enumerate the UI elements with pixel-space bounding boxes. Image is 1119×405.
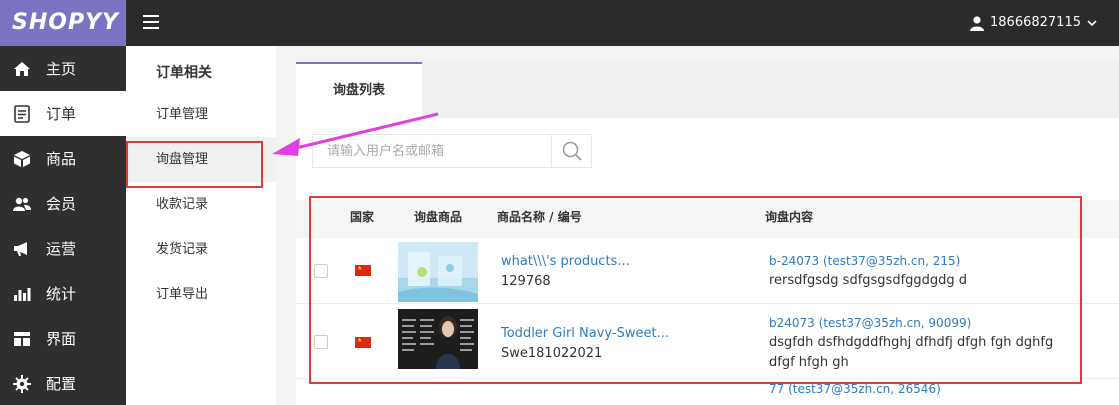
sub-nav-title: 订单相关 [156, 65, 212, 81]
sub-nav: 订单相关 订单管理 询盘管理 收款记录 发货记录 订单导出 [126, 46, 276, 405]
sidebar-item-label: 统计 [46, 285, 77, 303]
inquiry-meta-link[interactable]: b-24073 (test37@35zh.cn, 215) [769, 254, 960, 268]
bar-chart-icon [12, 284, 32, 304]
user-icon [970, 15, 985, 31]
product-name-link[interactable]: what\\\'s products... [501, 254, 630, 269]
row-checkbox[interactable] [314, 264, 328, 278]
header-content: 询盘内容 [765, 210, 814, 224]
chevron-down-icon [1087, 20, 1097, 26]
table-row: 77 (test37@35zh.cn, 26546) [296, 379, 1119, 405]
inquiry-meta-link[interactable]: b24073 (test37@35zh.cn, 90099) [769, 316, 971, 330]
user-phone: 18666827115 [990, 15, 1081, 30]
sub-nav-item-order-management[interactable]: 订单管理 [126, 92, 276, 137]
top-bar: SHOPYY 18666827115 [0, 0, 1119, 46]
user-menu[interactable]: 18666827115 [970, 0, 1097, 46]
layout-icon [12, 329, 32, 349]
sub-nav-item-inquiry-management[interactable]: 询盘管理 [126, 137, 276, 182]
menu-toggle-icon[interactable] [143, 15, 159, 29]
brand-logo[interactable]: SHOPYY [0, 0, 126, 46]
product-thumbnail[interactable] [398, 242, 478, 302]
header-country: 国家 [350, 210, 375, 224]
search-icon [562, 141, 582, 161]
sidebar-item-operations[interactable]: 运营 [0, 226, 126, 271]
row-checkbox[interactable] [314, 335, 328, 349]
product-thumbnail[interactable] [398, 309, 478, 369]
product-name-link[interactable]: Toddler Girl Navy-Sweet... [501, 326, 669, 341]
inquiry-meta-link[interactable]: 77 (test37@35zh.cn, 26546) [769, 382, 941, 396]
china-flag-icon: ★ [355, 265, 371, 276]
annotation-arrow-icon [272, 112, 439, 156]
search-button[interactable] [551, 135, 591, 167]
order-icon [12, 104, 32, 124]
inquiry-message: dsgfdh dsfhdgddfhghj dfhdfj dfgh fgh dgh… [769, 335, 1054, 370]
sidebar-item-orders[interactable]: 订单 [0, 91, 126, 136]
inquiry-message: rersdfgsdg sdfgsgsdfggdgdg d [769, 273, 968, 288]
sidebar-item-home[interactable]: 主页 [0, 46, 126, 91]
sidebar-item-statistics[interactable]: 统计 [0, 271, 126, 316]
gear-icon [12, 374, 32, 394]
sub-nav-item-order-export[interactable]: 订单导出 [126, 272, 276, 317]
sidebar-item-label: 主页 [46, 60, 77, 78]
sidebar-item-label: 商品 [46, 150, 77, 168]
china-flag-icon: ★ [355, 337, 371, 348]
sidebar-item-label: 运营 [46, 240, 77, 258]
sidebar-item-label: 界面 [46, 330, 77, 348]
table-header: 国家 询盘商品 商品名称 / 编号 询盘内容 [296, 200, 1119, 238]
header-product: 询盘商品 [414, 210, 463, 224]
product-code: 129768 [501, 274, 551, 289]
header-name-code: 商品名称 / 编号 [497, 210, 582, 224]
table-row: ★ Toddler Girl Navy-Sweet... Swe18102202… [296, 304, 1119, 379]
sidebar: 主页 订单 商品 会员 运营 统计 界面 配置 [0, 46, 126, 405]
sidebar-item-products[interactable]: 商品 [0, 136, 126, 181]
sub-nav-item-payment-records[interactable]: 收款记录 [126, 182, 276, 227]
megaphone-icon [12, 239, 32, 259]
table-row: ★ what\\\'s products... 129768 b-24073 (… [296, 238, 1119, 304]
sidebar-item-label: 订单 [46, 105, 77, 123]
sidebar-item-settings[interactable]: 配置 [0, 361, 126, 405]
sub-nav-item-shipping-records[interactable]: 发货记录 [126, 227, 276, 272]
sidebar-item-members[interactable]: 会员 [0, 181, 126, 226]
product-code: Swe181022021 [501, 346, 603, 361]
box-icon [12, 149, 32, 169]
users-icon [12, 194, 32, 214]
sidebar-item-label: 会员 [46, 195, 77, 213]
home-icon [12, 59, 32, 79]
sidebar-item-interface[interactable]: 界面 [0, 316, 126, 361]
sidebar-item-label: 配置 [46, 375, 77, 393]
